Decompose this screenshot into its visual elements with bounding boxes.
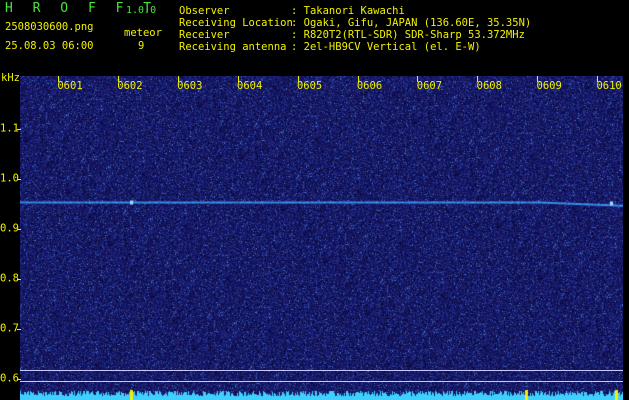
time-tick-label: 0610 [596,80,622,92]
time-tick-mark [358,76,359,82]
info-label-observer: Observer [179,5,230,17]
right-border [623,76,629,400]
filename: 2508030600.png [5,21,94,33]
time-tick-label: 0601 [57,80,83,92]
info-value-observer: : Takanori Kawachi [291,5,405,17]
meteor-count: 9 [138,40,145,52]
time-tick-mark [178,76,179,82]
time-tick-mark [537,76,538,82]
datetime: 25.08.03 06:00 [5,40,94,52]
info-value-receiver: : R820T2(RTL-SDR) SDR-Sharp 53.372MHz [291,29,525,41]
freq-tick-mark [17,129,21,130]
time-tick-label: 0602 [117,80,143,92]
freq-tick-mark [17,179,21,180]
info-value-antenna: : 2el-HB9CV Vertical (el. E-W) [291,41,481,53]
freq-tick-mark [17,379,21,380]
time-tick-label: 0605 [296,80,323,92]
info-label-location: Receiving Location [179,17,293,29]
app-version: 1.0.0 [126,5,157,16]
time-tick-mark [118,76,119,82]
info-value-location: : Ogaki, Gifu, JAPAN (136.60E, 35.35N) [291,17,532,29]
spectrogram-canvas [20,76,623,400]
freq-tick-mark [17,279,21,280]
reference-line [20,381,623,382]
time-tick-mark [298,76,299,82]
time-tick-label: 0608 [476,80,502,92]
freq-tick-mark [17,229,21,230]
time-tick-mark [417,76,418,82]
time-tick-label: 0604 [237,80,263,92]
header: H R O F F T 1.0.0 2508030600.png meteor … [0,0,629,70]
time-tick-label: 0603 [177,80,203,92]
time-tick-mark [597,76,598,82]
info-label-antenna: Receiving antenna [179,41,287,53]
time-tick-mark [477,76,478,82]
info-label-receiver: Receiver [179,29,230,41]
time-tick-mark [238,76,239,82]
y-unit-label: kHz [1,72,20,84]
spectrogram [20,76,623,400]
time-tick-label: 0606 [356,80,383,92]
meteor-label: meteor [124,27,162,39]
time-tick-mark [58,76,59,82]
time-tick-label: 0609 [536,80,562,92]
reference-line [20,370,623,371]
time-tick-label: 0607 [416,80,443,92]
freq-tick-mark [17,329,21,330]
